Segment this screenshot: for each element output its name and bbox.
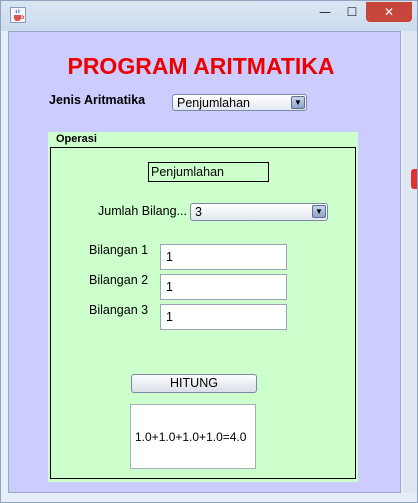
background-window-mark (411, 169, 417, 189)
jenis-aritmatika-label: Jenis Aritmatika (49, 93, 146, 107)
bilangan-2-input[interactable] (160, 274, 287, 300)
jumlah-bilangan-label: Jumlah Bilang... (98, 204, 187, 218)
title-bar[interactable]: — ☐ ✕ (1, 1, 417, 31)
bilangan-1-input[interactable] (160, 244, 287, 270)
hitung-button[interactable]: HITUNG (131, 374, 257, 393)
bilangan-3-label: Bilangan 3 (89, 303, 149, 317)
bilangan-2-label: Bilangan 2 (89, 273, 149, 287)
operation-name-label: Penjumlahan (148, 162, 269, 182)
bilangan-1-label: Bilangan 1 (89, 243, 149, 257)
maximize-button[interactable]: ☐ (339, 2, 365, 22)
jumlah-bilangan-value: 3 (195, 205, 202, 219)
operasi-panel-title: Operasi (56, 133, 97, 145)
application-window: — ☐ ✕ PROGRAM ARITMATIKA Jenis Aritmatik… (0, 0, 418, 503)
jenis-aritmatika-combo[interactable]: Penjumlahan ▼ (172, 94, 307, 111)
bilangan-3-input[interactable] (160, 304, 287, 330)
close-button[interactable]: ✕ (366, 2, 412, 22)
background-window-strip (403, 31, 417, 493)
jumlah-bilangan-combo[interactable]: 3 ▼ (190, 203, 328, 221)
result-output: 1.0+1.0+1.0+1.0=4.0 (130, 404, 256, 469)
jenis-aritmatika-value: Penjumlahan (177, 96, 250, 110)
chevron-down-icon[interactable]: ▼ (312, 205, 326, 218)
page-title: PROGRAM ARITMATIKA (67, 53, 335, 79)
java-cup-icon (10, 7, 26, 23)
chevron-down-icon[interactable]: ▼ (291, 96, 305, 109)
minimize-button[interactable]: — (312, 2, 338, 22)
